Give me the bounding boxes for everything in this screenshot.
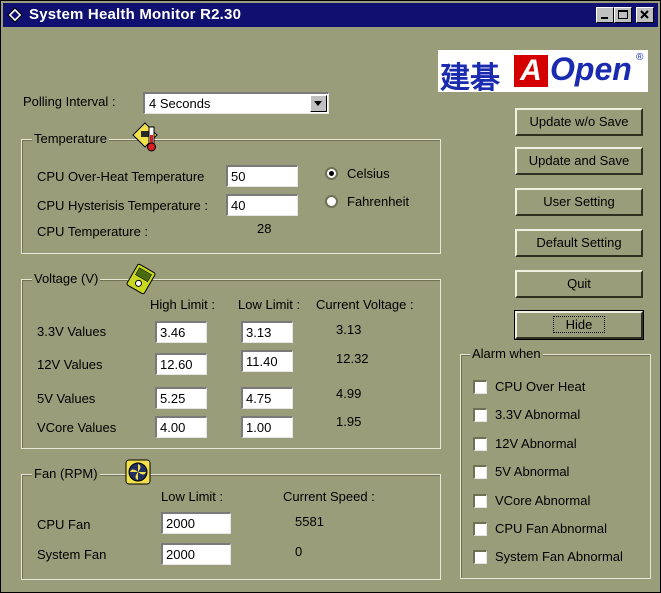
logo-registered: ® [636,52,644,63]
voltage-current-header: Current Voltage : [316,297,414,312]
alarm-item-label[interactable]: CPU Over Heat [495,379,585,394]
fan-row-label: CPU Fan [37,517,91,532]
fan-group-title: Fan (RPM) [32,466,100,481]
voltage-3v3-low-input[interactable]: 3.13 [241,321,293,343]
dropdown-arrow-button[interactable] [310,95,327,112]
minimize-icon [601,17,608,19]
cpu-temp-value: 28 [257,221,272,236]
hide-button-label: Hide [552,316,606,333]
polling-label: Polling Interval : [23,94,116,109]
alarm-checkbox-system-fan[interactable] [473,550,487,564]
user-setting-button[interactable]: User Setting [515,188,643,216]
voltage-row-label: 3.3V Values [37,324,107,339]
update-without-save-button[interactable]: Update w/o Save [515,108,643,136]
alarm-checkbox-vcore[interactable] [473,494,487,508]
voltage-3v3-current: 3.13 [336,322,362,337]
polling-selected-value: 4 Seconds [149,96,211,111]
voltage-group-title: Voltage (V) [32,271,101,286]
alarm-item-label[interactable]: 5V Abnormal [495,464,569,479]
alarm-checkbox-5v[interactable] [473,465,487,479]
voltage-row-label: 5V Values [37,391,96,406]
fan-low-header: Low Limit : [161,489,224,504]
logo-chinese: 建碁 [440,61,500,96]
temperature-group-title: Temperature [32,131,109,146]
chevron-down-icon [314,101,322,106]
alarm-checkbox-3v3[interactable] [473,408,487,422]
voltage-vcore-current: 1.95 [336,414,362,429]
logo-a-box: A [514,55,548,87]
window-title: System Health Monitor R2.30 [29,6,242,23]
cpu-temp-label: CPU Temperature : [37,224,149,239]
overheat-label: CPU Over-Heat Temperature [37,169,205,184]
default-setting-button[interactable]: Default Setting [515,229,643,257]
hysteresis-temp-input[interactable]: 40 [226,194,298,216]
alarm-item-label[interactable]: System Fan Abnormal [495,549,623,564]
main-window: System Health Monitor R2.30 建碁 A Open ® … [0,0,661,593]
voltmeter-icon [126,263,156,295]
voltage-12v-high-input[interactable]: 12.60 [155,353,207,375]
voltage-row-label: VCore Values [37,420,117,435]
maximize-icon [618,10,628,19]
system-fan-current: 0 [295,544,303,559]
celsius-radio[interactable] [325,167,338,180]
cpu-fan-low-input[interactable]: 2000 [161,512,231,534]
alarm-item-label[interactable]: 12V Abnormal [495,436,577,451]
fan-current-header: Current Speed : [283,489,375,504]
voltage-12v-current: 12.32 [336,351,369,366]
aopen-logo: 建碁 A Open ® [438,50,648,96]
fan-icon [125,459,151,485]
voltage-low-header: Low Limit : [238,297,301,312]
voltage-5v-high-input[interactable]: 5.25 [155,387,207,409]
system-fan-low-input[interactable]: 2000 [161,543,231,565]
diamond-app-icon [7,7,23,23]
alarm-checkbox-12v[interactable] [473,437,487,451]
maximize-button[interactable] [614,7,632,23]
fahrenheit-label[interactable]: Fahrenheit [347,194,409,209]
fahrenheit-radio[interactable] [325,195,338,208]
hide-button[interactable]: Hide [514,310,644,340]
voltage-vcore-high-input[interactable]: 4.00 [155,416,207,438]
close-button[interactable] [636,7,654,23]
polling-interval-select[interactable]: 4 Seconds [143,92,329,114]
cpu-fan-current: 5581 [295,514,324,529]
logo-open: Open [550,51,632,87]
voltage-12v-low-input[interactable]: 11.40 [241,350,293,372]
fan-row-label: System Fan [37,547,107,562]
quit-button[interactable]: Quit [515,270,643,298]
close-icon [640,10,649,19]
update-and-save-button[interactable]: Update and Save [515,147,643,175]
alarm-item-label[interactable]: VCore Abnormal [495,493,590,508]
voltage-5v-low-input[interactable]: 4.75 [241,387,293,409]
celsius-label[interactable]: Celsius [347,166,390,181]
alarm-checkbox-cpu-fan[interactable] [473,522,487,536]
overheat-temp-input[interactable]: 50 [226,165,298,187]
alarm-item-label[interactable]: CPU Fan Abnormal [495,521,607,536]
alarm-item-label[interactable]: 3.3V Abnormal [495,407,580,422]
thermometer-icon [132,122,158,152]
minimize-button[interactable] [596,7,614,23]
voltage-vcore-low-input[interactable]: 1.00 [241,416,293,438]
voltage-high-header: High Limit : [150,297,216,312]
hysteresis-label: CPU Hysterisis Temperature : [37,198,208,213]
voltage-row-label: 12V Values [37,357,103,372]
logo-a-letter: A [520,54,542,87]
alarm-group-title: Alarm when [470,346,543,361]
voltage-3v3-high-input[interactable]: 3.46 [155,321,207,343]
alarm-checkbox-cpu-over-heat[interactable] [473,380,487,394]
title-bar[interactable]: System Health Monitor R2.30 [3,3,658,27]
voltage-5v-current: 4.99 [336,386,362,401]
